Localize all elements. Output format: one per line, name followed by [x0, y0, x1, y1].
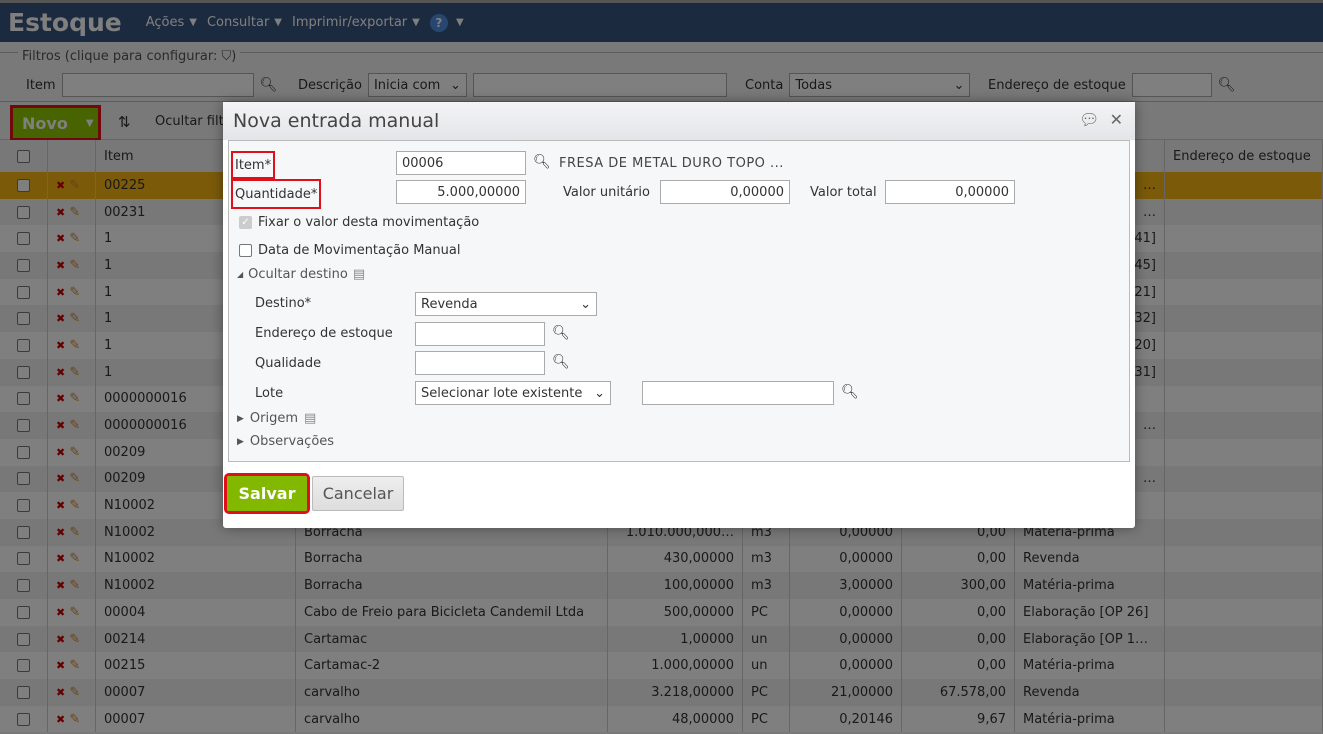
search-icon[interactable]: 🔍︎ [533, 154, 551, 170]
observacoes-toggle[interactable]: ▶ Observações [237, 434, 334, 449]
comment-icon[interactable]: 💬︎ [1079, 110, 1099, 129]
chevron-down-icon: ⌄ [580, 296, 591, 312]
lote-input[interactable] [642, 381, 834, 405]
data-manual-checkbox[interactable] [239, 244, 252, 257]
lote-label: Lote [255, 386, 284, 401]
endereco-input[interactable] [415, 322, 545, 346]
triangle-down-icon: ◢ [237, 270, 244, 279]
valor-total-input[interactable]: 0,00000 [885, 180, 1015, 204]
chevron-down-icon: ⌄ [594, 385, 605, 401]
observacoes-label: Observações [249, 434, 335, 449]
salvar-button[interactable]: Salvar [224, 473, 310, 514]
endereco-label: Endereço de estoque [255, 326, 393, 341]
search-icon[interactable]: 🔍︎ [552, 325, 570, 341]
nova-entrada-dialog: Nova entrada manual 💬︎ ✕ Item* 00006 🔍︎ F… [223, 102, 1135, 528]
search-icon[interactable]: 🔍︎ [841, 384, 859, 400]
triangle-right-icon: ▶ [237, 413, 244, 424]
origem-toggle[interactable]: ▶ Origem ▤ [237, 411, 316, 426]
destino-label: Destino* [255, 296, 312, 311]
ocultar-destino-toggle[interactable]: ◢ Ocultar destino ▤ [237, 267, 365, 282]
document-icon: ▤ [352, 267, 366, 282]
valor-unitario-input[interactable]: 0,00000 [660, 180, 790, 204]
dialog-form: Item* 00006 🔍︎ FRESA DE METAL DURO TOPO … [228, 140, 1130, 462]
lote-mode-select[interactable]: Selecionar lote existente ⌄ [415, 381, 611, 405]
valor-unitario-label: Valor unitário [563, 185, 650, 200]
cancelar-button[interactable]: Cancelar [312, 476, 404, 511]
data-manual-label: Data de Movimentação Manual [258, 243, 461, 258]
item-label: Item* [230, 151, 276, 179]
qualidade-label: Qualidade [255, 356, 322, 371]
ocultar-destino-label: Ocultar destino [248, 267, 348, 282]
valor-total-label: Valor total [810, 185, 877, 200]
destino-value: Revenda [421, 296, 478, 312]
item-input[interactable]: 00006 [396, 151, 526, 175]
fixar-label: Fixar o valor desta movimentação [258, 215, 480, 230]
close-icon[interactable]: ✕ [1110, 110, 1123, 129]
document-icon: ▤ [304, 411, 317, 426]
origem-label: Origem [249, 411, 299, 426]
quantidade-label: Quantidade* [230, 179, 322, 209]
fixar-valor-option[interactable]: ✓ Fixar o valor desta movimentação [239, 215, 479, 230]
dialog-title: Nova entrada manual [223, 102, 1135, 140]
triangle-right-icon: ▶ [237, 436, 244, 447]
fixar-checkbox[interactable]: ✓ [239, 216, 252, 229]
destino-select[interactable]: Revenda ⌄ [415, 292, 597, 316]
quantidade-input[interactable]: 5.000,00000 [396, 180, 526, 204]
lote-mode-value: Selecionar lote existente [421, 385, 583, 401]
data-manual-option[interactable]: Data de Movimentação Manual [239, 243, 460, 258]
item-description: FRESA DE METAL DURO TOPO ... [559, 156, 784, 171]
qualidade-input[interactable] [415, 351, 545, 375]
search-icon[interactable]: 🔍︎ [552, 354, 570, 370]
